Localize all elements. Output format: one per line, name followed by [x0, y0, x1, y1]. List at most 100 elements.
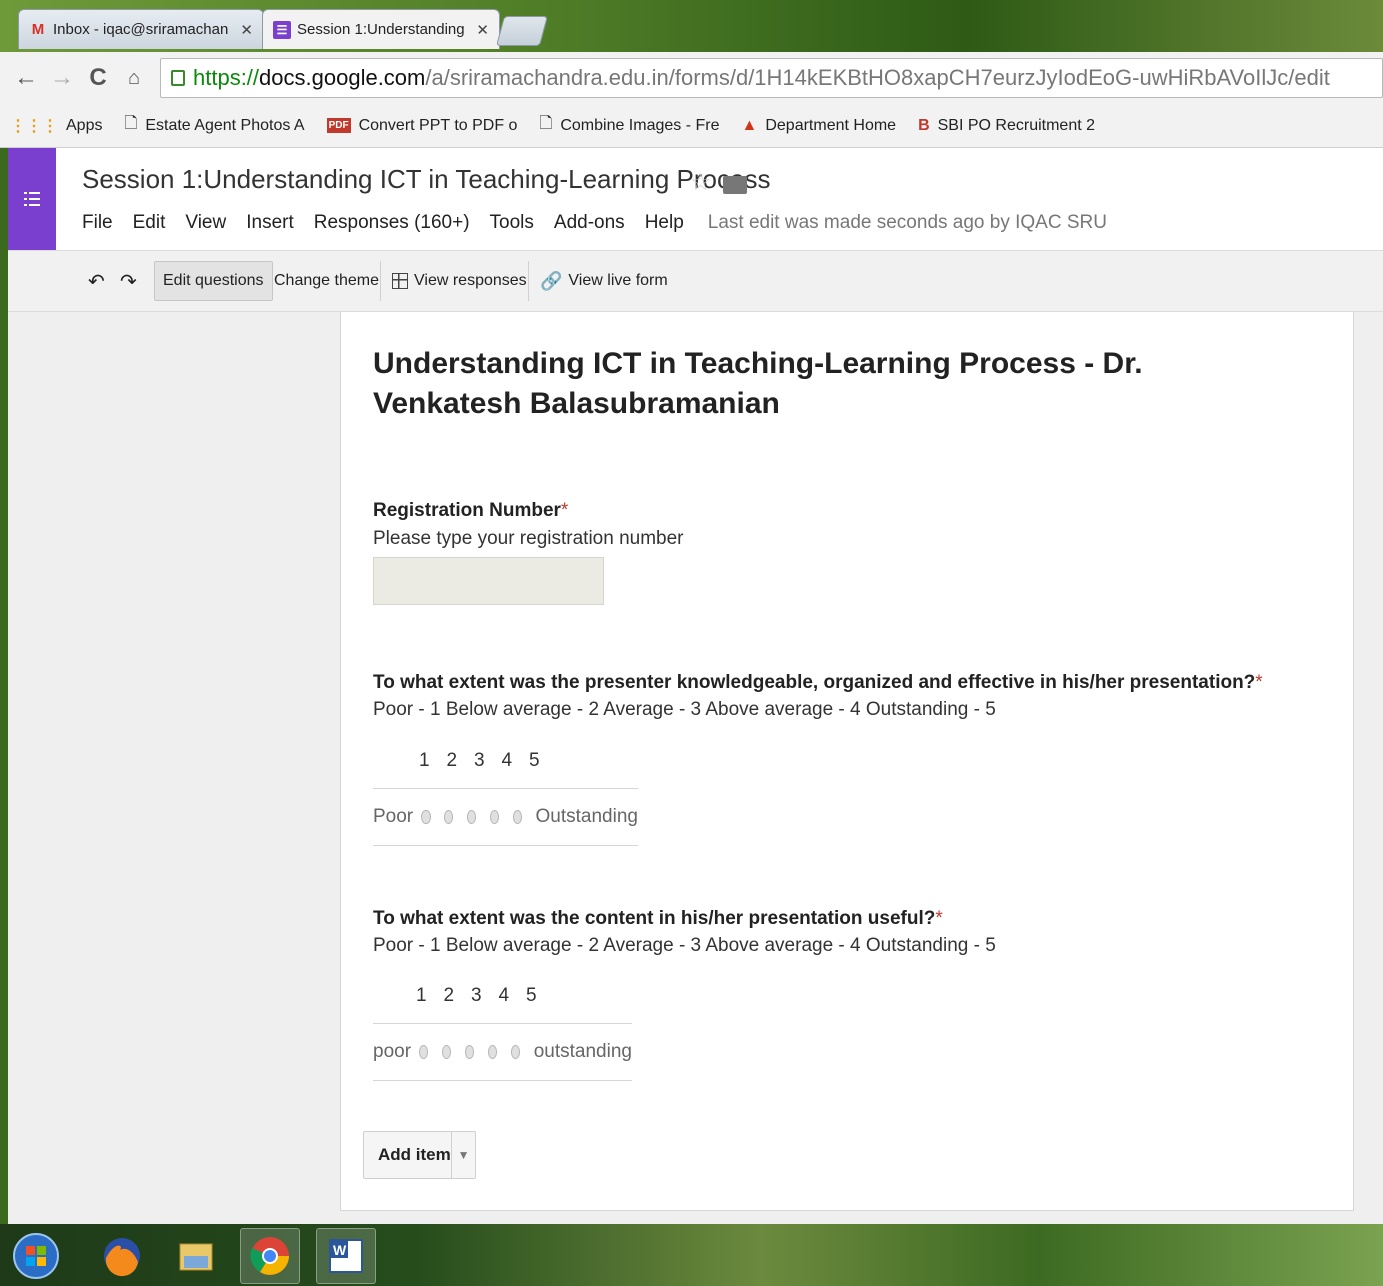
- bookmarks-bar: ⋮⋮⋮ Apps 🗋 Estate Agent Photos A PDF Con…: [0, 104, 1383, 148]
- windows-taskbar: W: [0, 1224, 1383, 1286]
- last-edit-status[interactable]: Last edit was made seconds ago by IQAC S…: [708, 212, 1107, 234]
- menu-responses[interactable]: Responses (160+): [314, 212, 470, 234]
- required-marker: *: [560, 500, 569, 521]
- change-theme-button[interactable]: Change theme: [266, 261, 387, 301]
- view-responses-button[interactable]: View responses: [384, 261, 535, 301]
- firefox-icon: [104, 1238, 140, 1277]
- reload-icon[interactable]: C: [80, 64, 116, 92]
- scale-number: 1: [419, 750, 430, 771]
- linear-scale-row: poor outstanding: [373, 1023, 632, 1081]
- form-title[interactable]: Understanding ICT in Teaching-Learning P…: [373, 344, 1203, 424]
- forms-list-icon: [24, 192, 40, 206]
- taskbar-chrome[interactable]: [240, 1228, 300, 1284]
- chrome-icon: [250, 1237, 289, 1275]
- menu-bar: File Edit View Insert Responses (160+) T…: [82, 212, 1127, 234]
- lock-icon: [171, 70, 185, 86]
- star-icon[interactable]: ☆: [690, 168, 712, 197]
- required-marker: *: [935, 908, 943, 929]
- scale-number: 2: [443, 985, 455, 1006]
- scale-radio-3[interactable]: [466, 810, 477, 824]
- forward-arrow-icon[interactable]: →: [44, 64, 80, 92]
- scale-radio-5[interactable]: [510, 1045, 521, 1059]
- required-marker: *: [1255, 672, 1263, 693]
- scale-low-label: poor: [373, 1041, 412, 1062]
- menu-view[interactable]: View: [185, 212, 226, 234]
- question-title[interactable]: To what extent was the presenter knowled…: [373, 672, 1263, 694]
- menu-file[interactable]: File: [82, 212, 113, 234]
- add-item-button[interactable]: Add item ▼: [363, 1131, 476, 1179]
- bookmark-convert-ppt[interactable]: PDF Convert PPT to PDF o: [326, 117, 517, 135]
- home-icon[interactable]: ⌂: [116, 67, 152, 90]
- close-icon[interactable]: ✕: [476, 21, 489, 39]
- bookmark-apps[interactable]: ⋮⋮⋮ Apps: [10, 116, 102, 136]
- scale-radio-1[interactable]: [419, 1045, 429, 1059]
- bookmark-department-home[interactable]: ▲ Department Home: [742, 117, 897, 135]
- bookmark-sbi-po[interactable]: B SBI PO Recruitment 2: [918, 117, 1095, 135]
- close-icon[interactable]: ✕: [240, 21, 253, 39]
- menu-addons[interactable]: Add-ons: [554, 212, 625, 234]
- windows-start-icon: [13, 1233, 59, 1279]
- menu-edit[interactable]: Edit: [133, 212, 166, 234]
- tab-inbox[interactable]: M Inbox - iqac@sriramachan ✕: [18, 9, 264, 49]
- menu-insert[interactable]: Insert: [246, 212, 294, 234]
- scale-radio-2[interactable]: [444, 810, 454, 824]
- view-live-form-button[interactable]: 🔗 View live form: [532, 261, 676, 301]
- table-icon: [392, 273, 408, 289]
- taskbar-word[interactable]: W: [316, 1228, 376, 1284]
- forms-home-button[interactable]: [8, 148, 56, 250]
- scale-number: 3: [474, 750, 485, 771]
- document-title[interactable]: Session 1:Understanding ICT in Teaching-…: [82, 164, 770, 195]
- back-arrow-icon[interactable]: ←: [8, 64, 44, 92]
- edit-questions-button[interactable]: Edit questions: [154, 261, 273, 301]
- question-title[interactable]: To what extent was the content in his/he…: [373, 908, 943, 930]
- menu-help[interactable]: Help: [645, 212, 684, 234]
- page-icon: 🗋: [124, 115, 138, 132]
- live-form-icon: 🔗: [540, 270, 563, 291]
- scale-radio-5[interactable]: [512, 810, 523, 824]
- tab-session-form[interactable]: ☰ Session 1:Understanding I ✕: [262, 9, 500, 49]
- apps-grid-icon: ⋮⋮⋮: [10, 117, 58, 135]
- scale-number: 4: [498, 985, 510, 1006]
- forms-icon: ☰: [273, 20, 291, 39]
- bookmark-combine-images[interactable]: 🗋 Combine Images - Fre: [539, 112, 719, 139]
- forms-toolbar: ↶ ↷ Edit questions Change theme View res…: [8, 250, 1383, 312]
- question-help-text: Poor - 1 Below average - 2 Average - 3 A…: [373, 935, 996, 956]
- scale-number: 5: [529, 750, 540, 771]
- toolbar-divider: [528, 261, 529, 301]
- scale-radio-4[interactable]: [489, 810, 500, 824]
- chevron-down-icon[interactable]: ▼: [451, 1132, 475, 1178]
- windows-start-button[interactable]: [6, 1228, 66, 1284]
- taskbar-file-explorer[interactable]: [166, 1228, 226, 1284]
- scale-numbers: 1 2 3 4 5: [416, 985, 554, 1007]
- scale-radio-3[interactable]: [464, 1045, 475, 1059]
- bookmark-estate-agent[interactable]: 🗋 Estate Agent Photos A: [124, 112, 304, 139]
- scale-high-label: outstanding: [533, 1041, 632, 1062]
- redo-button[interactable]: ↷: [112, 261, 145, 301]
- pdf-icon: PDF: [326, 118, 351, 133]
- toolbar-divider: [380, 261, 381, 301]
- page-icon: 🗋: [539, 115, 553, 132]
- new-tab-button[interactable]: [495, 16, 549, 46]
- gmail-icon: M: [31, 21, 45, 38]
- word-icon: W: [329, 1239, 363, 1273]
- folder-icon[interactable]: [723, 176, 747, 194]
- undo-icon: ↶: [88, 270, 105, 293]
- svg-text:W: W: [333, 1242, 347, 1258]
- address-bar[interactable]: https://docs.google.com/a/sriramachandra…: [160, 58, 1383, 98]
- menu-tools[interactable]: Tools: [490, 212, 534, 234]
- file-explorer-icon: [179, 1243, 213, 1271]
- scale-radio-1[interactable]: [421, 810, 431, 824]
- linear-scale-row: Poor Outstanding: [373, 788, 638, 846]
- scale-radio-4[interactable]: [487, 1045, 498, 1059]
- department-icon: ▲: [741, 116, 758, 134]
- undo-button[interactable]: ↶: [80, 261, 113, 301]
- taskbar-firefox[interactable]: [92, 1228, 152, 1284]
- scale-radio-2[interactable]: [441, 1045, 452, 1059]
- scale-number: 3: [471, 985, 482, 1006]
- registration-number-input[interactable]: [373, 557, 604, 605]
- scale-low-label: Poor: [373, 806, 414, 827]
- question-title[interactable]: Registration Number*: [373, 500, 568, 522]
- scale-number: 1: [416, 985, 427, 1006]
- scale-number: 4: [501, 750, 513, 771]
- redo-icon: ↷: [120, 270, 137, 293]
